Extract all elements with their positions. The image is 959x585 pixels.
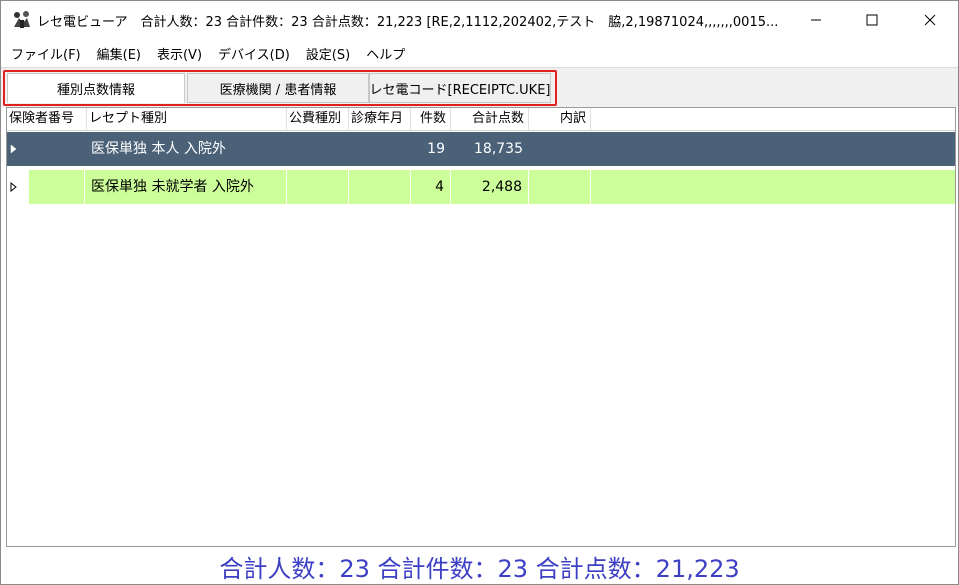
tab-type-points[interactable]: 種別点数情報 bbox=[7, 73, 185, 103]
close-icon bbox=[924, 14, 936, 26]
cell-total-points: 2,488 bbox=[451, 170, 529, 204]
window-title: レセ電ビューア 合計人数：23 合計件数：23 合計点数：21,223 [RE,… bbox=[37, 14, 779, 30]
menu-help[interactable]: ヘルプ bbox=[366, 44, 405, 63]
column-header-total-points[interactable]: 合計点数 bbox=[451, 108, 529, 130]
menu-settings[interactable]: 設定(S) bbox=[306, 44, 350, 63]
menu-edit[interactable]: 編集(E) bbox=[97, 44, 141, 63]
column-header-treatment-month[interactable]: 診療年月 bbox=[349, 108, 411, 130]
tab-institution-patient[interactable]: 医療機関 / 患者情報 bbox=[187, 73, 369, 103]
column-header-public-expense[interactable]: 公費種別 bbox=[287, 108, 349, 130]
app-icon bbox=[11, 9, 33, 31]
minimize-icon bbox=[811, 19, 821, 21]
tab-receipt-code[interactable]: レセ電コード[RECEIPTC.UKE] bbox=[369, 73, 551, 103]
menu-device[interactable]: デバイス(D) bbox=[218, 44, 290, 63]
close-button[interactable] bbox=[907, 1, 953, 39]
column-header-count[interactable]: 件数 bbox=[411, 108, 451, 130]
table-row[interactable]: 医保単独 本人 入院外 19 18,735 bbox=[7, 132, 955, 166]
table-row[interactable]: 医保単独 未就学者 入院外 4 2,488 bbox=[7, 170, 955, 204]
cell-count: 19 bbox=[427, 141, 445, 157]
cell-count: 4 bbox=[411, 170, 451, 204]
app-window: レセ電ビューア 合計人数：23 合計件数：23 合計点数：21,223 [RE,… bbox=[0, 0, 959, 585]
menu-view[interactable]: 表示(V) bbox=[157, 44, 202, 63]
column-header-breakdown[interactable]: 内訳 bbox=[529, 108, 591, 130]
cell-public-expense bbox=[287, 170, 349, 204]
cell-insurer-number bbox=[29, 170, 85, 204]
cell-receipt-type: 医保単独 未就学者 入院外 bbox=[85, 170, 287, 204]
minimize-button[interactable] bbox=[793, 1, 839, 39]
cell-treatment-month bbox=[349, 170, 411, 204]
cell-receipt-type: 医保単独 本人 入院外 bbox=[91, 141, 226, 157]
maximize-button[interactable] bbox=[849, 1, 895, 39]
cell-filler bbox=[591, 170, 955, 204]
cell-breakdown bbox=[529, 170, 591, 204]
maximize-icon bbox=[866, 14, 878, 26]
expand-arrow-icon[interactable] bbox=[10, 170, 26, 204]
data-grid: 保険者番号 レセプト種別 公費種別 診療年月 件数 合計点数 内訳 医保単独 本… bbox=[6, 107, 956, 547]
menu-file[interactable]: ファイル(F) bbox=[11, 44, 81, 63]
grid-header: 保険者番号 レセプト種別 公費種別 診療年月 件数 合計点数 内訳 bbox=[7, 108, 955, 131]
title-bar[interactable]: レセ電ビューア 合計人数：23 合計件数：23 合計点数：21,223 [RE,… bbox=[1, 1, 958, 39]
cell-total-points: 18,735 bbox=[474, 141, 523, 157]
column-header-insurer-number[interactable]: 保険者番号 bbox=[7, 108, 87, 130]
tab-strip: 種別点数情報 医療機関 / 患者情報 レセ電コード[RECEIPTC.UKE] bbox=[1, 67, 958, 107]
summary-footer: 合計人数：23 合計件数：23 合計点数：21,223 bbox=[219, 555, 740, 583]
column-header-receipt-type[interactable]: レセプト種別 bbox=[87, 108, 287, 130]
expand-arrow-icon[interactable] bbox=[10, 132, 26, 166]
menu-bar: ファイル(F) 編集(E) 表示(V) デバイス(D) 設定(S) ヘルプ bbox=[1, 42, 958, 64]
